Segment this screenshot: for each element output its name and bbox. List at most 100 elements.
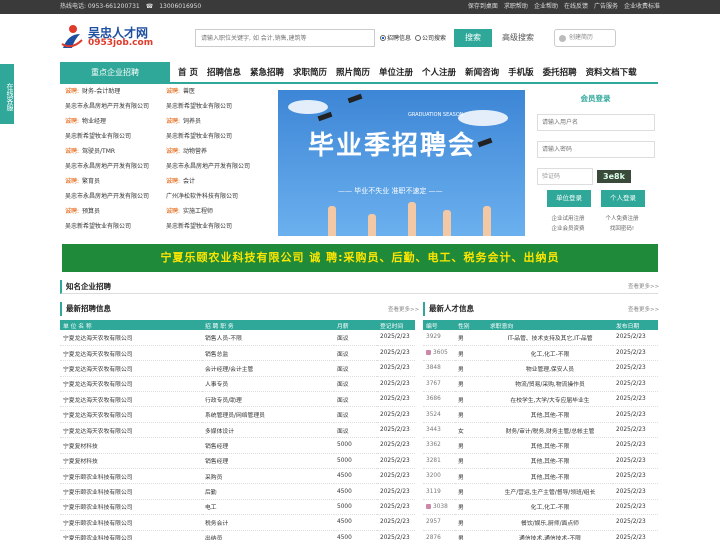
talent-id[interactable]: 3929 <box>426 334 441 340</box>
company-ad-banner[interactable]: 宁夏乐颐农业科技有限公司 诚 聘:采购员、后勤、电工、税务会计、出纳员 <box>62 244 658 272</box>
top-link[interactable]: 保存到桌面 <box>468 0 498 14</box>
job-title-cell[interactable]: 销售总监 <box>202 345 334 362</box>
nav-item[interactable]: 求职简历 <box>293 62 327 84</box>
table-row[interactable]: 3767 男物流/贸易/采购,物流操作员 2025/2/23 <box>423 376 658 393</box>
table-row[interactable]: 3119 男生产/营运,生产主管/督导/领班/组长 2025/2/23 <box>423 483 658 500</box>
create-resume-button[interactable]: 创建简历 <box>554 29 616 47</box>
talent-id[interactable]: 3767 <box>426 381 441 387</box>
talent-id[interactable]: 3524 <box>426 412 441 418</box>
site-logo[interactable]: 吴忠人才网 0953job.com <box>60 22 170 52</box>
featured-job-title[interactable]: 会计 <box>183 178 195 185</box>
job-title-cell[interactable]: 销售经理 <box>202 453 334 470</box>
nav-item[interactable]: 首 页 <box>178 62 198 84</box>
captcha-image[interactable]: 3e8k <box>597 170 631 183</box>
job-title-cell[interactable]: 电工 <box>202 499 334 516</box>
online-service-tab[interactable]: 在线客服 <box>0 64 14 124</box>
talent-intent-cell[interactable]: 通信技术,通信技术-不限 <box>487 530 613 540</box>
table-row[interactable]: 3605 男化工,化工-不限 2025/2/23 <box>423 345 658 362</box>
job-title-cell[interactable]: 销售经理 <box>202 437 334 454</box>
forgot-password-link[interactable]: 找回密码! <box>597 224 647 234</box>
talent-intent-cell[interactable]: 其他,其他-不限 <box>487 406 613 423</box>
talent-id[interactable]: 3119 <box>426 489 441 495</box>
job-company-cell[interactable]: 宁夏龙达海天农牧有限公司 <box>60 360 202 377</box>
captcha-input[interactable]: 验证码 <box>537 168 593 185</box>
job-title-cell[interactable]: 出纳员 <box>202 530 334 540</box>
nav-item[interactable]: 委托招聘 <box>543 62 577 84</box>
job-company-cell[interactable]: 宁夏龙达海天农牧有限公司 <box>60 330 202 346</box>
advanced-search-link[interactable]: 高级搜索 <box>502 32 534 43</box>
table-row[interactable]: 宁夏复材科技 销售经理 5000 2025/2/23 <box>60 453 415 470</box>
job-company-cell[interactable]: 宁夏龙达海天农牧有限公司 <box>60 406 202 423</box>
job-title-cell[interactable]: 系统管理员/网络管理员 <box>202 406 334 423</box>
talent-id[interactable]: 3848 <box>426 365 441 371</box>
talent-intent-cell[interactable]: 物流/贸易/采购,物流操作员 <box>487 376 613 393</box>
talent-intent-cell[interactable]: 化工,化工-不限 <box>487 345 613 362</box>
person-login-button[interactable]: 个人登录 <box>601 190 645 207</box>
top-link[interactable]: 企业收费标准 <box>624 0 660 14</box>
talent-intent-cell[interactable]: 在校学生,大学/大专应届毕业生 <box>487 391 613 408</box>
company-login-button[interactable]: 单位登录 <box>547 190 591 207</box>
table-row[interactable]: 宁夏龙达海天农牧有限公司 人事专员 面议 2025/2/23 <box>60 376 415 393</box>
talent-id[interactable]: 3362 <box>426 442 441 448</box>
talent-more-link[interactable]: 查看更多>> <box>628 305 659 313</box>
featured-job-title[interactable]: 繁育员 <box>82 178 100 185</box>
featured-job-row[interactable]: 诚聘: 实施工程师 <box>166 206 213 215</box>
job-title-cell[interactable]: 采购员 <box>202 468 334 485</box>
jobs-more-link[interactable]: 查看更多>> <box>388 305 419 313</box>
talent-intent-cell[interactable]: 物业管理,保安人员 <box>487 360 613 377</box>
job-company-cell[interactable]: 宁夏乐颐农业科技有限公司 <box>60 499 202 516</box>
featured-job-row[interactable]: 诚聘: 财务-会计助理 <box>65 86 120 95</box>
password-input[interactable] <box>537 141 655 158</box>
featured-job-row[interactable]: 诚聘: 繁育员 <box>65 176 100 185</box>
featured-job-row[interactable]: 诚聘: 饲养员 <box>166 116 201 125</box>
featured-job-title[interactable]: 物业经理 <box>82 118 106 125</box>
table-row[interactable]: 宁夏龙达海天农牧有限公司 销售总监 面议 2025/2/23 <box>60 345 415 362</box>
talent-id[interactable]: 3200 <box>426 473 441 479</box>
job-title-cell[interactable]: 会计经理/会计主管 <box>202 360 334 377</box>
table-row[interactable]: 3929 男 IT-品管、技术支持及其它,IT-品管 2025/2/23 <box>423 330 658 346</box>
table-row[interactable]: 宁夏乐颐农业科技有限公司 电工 5000 2025/2/23 <box>60 499 415 516</box>
featured-job-row[interactable]: 诚聘: 会计 <box>166 176 195 185</box>
top-link[interactable]: 求职帮助 <box>504 0 528 14</box>
featured-company[interactable]: 吴忠新希望牧业有限公司 <box>65 131 131 140</box>
talent-id[interactable]: 3281 <box>426 458 441 464</box>
table-row[interactable]: 2876 男通信技术,通信技术-不限 2025/2/23 <box>423 530 658 540</box>
featured-company[interactable]: 吴忠市永昌房地产开发有限公司 <box>166 161 250 170</box>
featured-company[interactable]: 吴忠市永昌房地产开发有限公司 <box>65 101 149 110</box>
job-company-cell[interactable]: 宁夏龙达海天农牧有限公司 <box>60 345 202 362</box>
job-title-cell[interactable]: 人事专员 <box>202 376 334 393</box>
table-row[interactable]: 宁夏龙达海天农牧有限公司 销售人员-不限 面议 2025/2/23 <box>60 330 415 346</box>
top-link[interactable]: 广告服务 <box>594 0 618 14</box>
featured-job-row[interactable]: 诚聘: 预算员 <box>65 206 100 215</box>
table-row[interactable]: 3362 男其他,其他-不限 2025/2/23 <box>423 437 658 454</box>
featured-company[interactable]: 吴忠新希望牧业有限公司 <box>65 221 131 230</box>
featured-company[interactable]: 吴忠新希望牧业有限公司 <box>166 131 232 140</box>
radio-company[interactable]: 公司搜索 <box>415 33 446 42</box>
nav-item[interactable]: 单位注册 <box>379 62 413 84</box>
featured-job-title[interactable]: 驾驶员/TMR <box>82 148 115 155</box>
table-row[interactable]: 宁夏复材科技 销售经理 5000 2025/2/23 <box>60 437 415 454</box>
featured-job-title[interactable]: 财务-会计助理 <box>82 88 120 95</box>
talent-intent-cell[interactable]: 餐饮/娱乐,厨师/面点师 <box>487 514 613 531</box>
job-company-cell[interactable]: 宁夏乐颐农业科技有限公司 <box>60 530 202 540</box>
table-row[interactable]: 宁夏龙达海天农牧有限公司 行政专员/助理 面议 2025/2/23 <box>60 391 415 408</box>
job-title-cell[interactable]: 后勤 <box>202 483 334 500</box>
talent-intent-cell[interactable]: IT-品管、技术支持及其它,IT-品管 <box>487 330 613 346</box>
job-title-cell[interactable]: 行政专员/助理 <box>202 391 334 408</box>
featured-job-row[interactable]: 诚聘: 物业经理 <box>65 116 106 125</box>
talent-intent-cell[interactable]: 其他,其他-不限 <box>487 437 613 454</box>
table-row[interactable]: 3038 男化工,化工-不限 2025/2/23 <box>423 499 658 516</box>
featured-job-title[interactable]: 动物营养 <box>183 148 207 155</box>
talent-id[interactable]: 2876 <box>426 535 441 540</box>
job-company-cell[interactable]: 宁夏复材科技 <box>60 437 202 454</box>
nav-item[interactable]: 招聘信息 <box>207 62 241 84</box>
search-input[interactable] <box>195 29 375 47</box>
job-company-cell[interactable]: 宁夏龙达海天农牧有限公司 <box>60 422 202 439</box>
talent-id[interactable]: 3686 <box>426 396 441 402</box>
table-row[interactable]: 宁夏龙达海天农牧有限公司 多媒体设计 面议 2025/2/23 <box>60 422 415 439</box>
table-row[interactable]: 宁夏乐颐农业科技有限公司 税务会计 4500 2025/2/23 <box>60 514 415 531</box>
nav-item[interactable]: 手机版 <box>508 62 534 84</box>
featured-job-title[interactable]: 兽医 <box>183 88 195 95</box>
job-company-cell[interactable]: 宁夏龙达海天农牧有限公司 <box>60 376 202 393</box>
table-row[interactable]: 宁夏乐颐农业科技有限公司 采购员 4500 2025/2/23 <box>60 468 415 485</box>
